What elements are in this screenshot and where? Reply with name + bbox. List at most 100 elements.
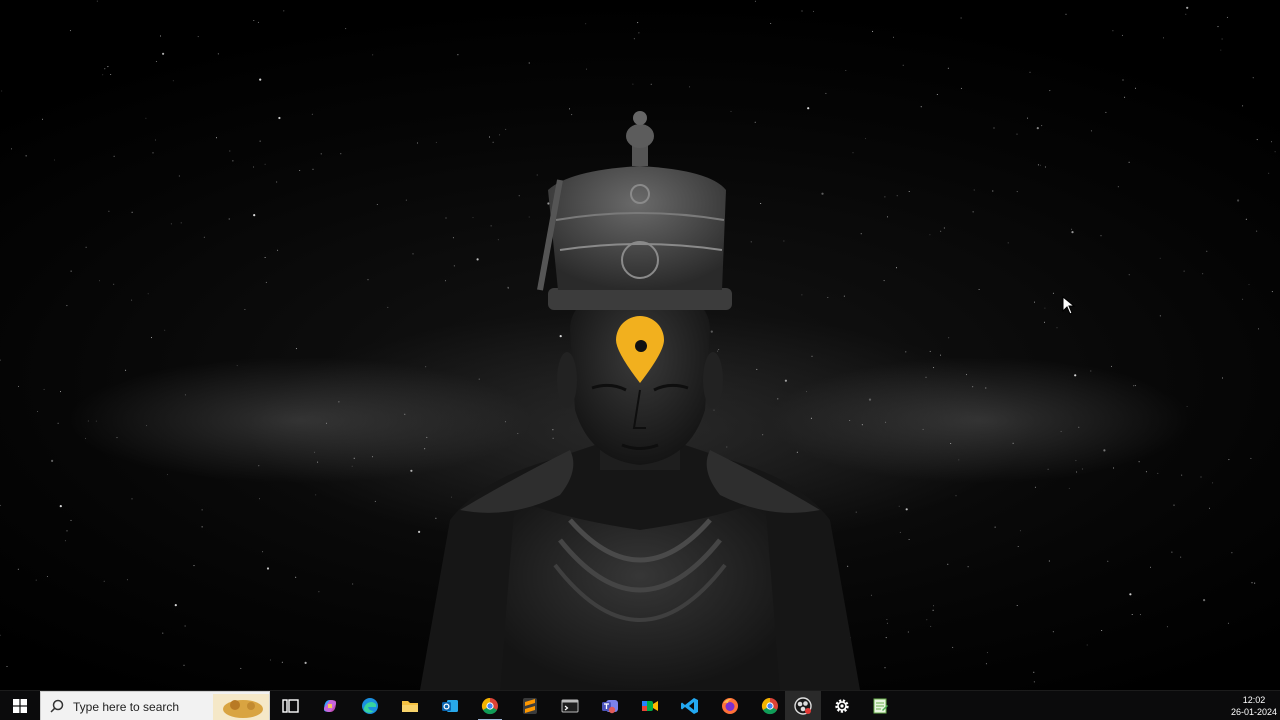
star [1129, 593, 1132, 596]
star [51, 459, 54, 462]
file-explorer-button[interactable] [390, 691, 430, 720]
star [947, 67, 949, 69]
start-button[interactable] [0, 691, 40, 720]
star [1135, 87, 1136, 89]
star [1271, 141, 1272, 143]
desktop-wallpaper [0, 0, 1280, 690]
deity-idol-image [420, 111, 860, 690]
star [1209, 507, 1210, 509]
star [278, 116, 281, 120]
star [1065, 13, 1067, 15]
star [352, 583, 354, 585]
star [113, 283, 115, 285]
star [886, 619, 888, 620]
star [125, 369, 127, 371]
star [257, 21, 259, 23]
star [1145, 471, 1147, 473]
chrome-button-1[interactable] [470, 691, 510, 720]
star [1049, 90, 1051, 92]
star [972, 386, 974, 388]
star [905, 351, 907, 353]
star [1086, 644, 1088, 646]
star [1242, 298, 1244, 300]
star [1250, 457, 1252, 459]
copilot-button[interactable] [310, 691, 350, 720]
star [170, 223, 172, 225]
star [872, 30, 874, 32]
star [1166, 626, 1168, 628]
star [845, 70, 847, 71]
star [1081, 468, 1083, 470]
firefox-button[interactable] [710, 691, 750, 720]
task-view-button[interactable] [270, 691, 310, 720]
star [277, 249, 279, 251]
star [216, 137, 217, 139]
search-highlight-image [213, 694, 269, 720]
star [1138, 461, 1140, 463]
star [304, 661, 307, 665]
star [933, 605, 934, 607]
teams-button[interactable] [590, 691, 630, 720]
edge-button[interactable] [350, 691, 390, 720]
star [1122, 79, 1124, 81]
star [1252, 77, 1254, 79]
star [896, 195, 898, 197]
star [1111, 365, 1112, 367]
notepad-button[interactable] [860, 691, 900, 720]
chrome-button-2[interactable] [750, 691, 790, 720]
star [351, 465, 353, 467]
star [162, 632, 164, 634]
star [1180, 556, 1182, 558]
star [1074, 374, 1077, 377]
system-clock[interactable]: 12:02 26-01-2024 [1228, 691, 1280, 720]
star [943, 227, 945, 229]
star [1202, 273, 1204, 275]
taskbar-search-box[interactable]: Type here to search [40, 691, 270, 720]
mouse-cursor [1062, 296, 1076, 315]
star [1041, 125, 1043, 127]
star [870, 594, 872, 596]
star [1078, 426, 1080, 428]
star [966, 374, 967, 376]
star [264, 163, 266, 165]
star [113, 155, 115, 157]
star [281, 661, 283, 663]
vscode-button[interactable] [670, 691, 710, 720]
settings-gear-icon [835, 699, 849, 713]
star [1068, 487, 1070, 489]
star [320, 153, 322, 155]
star [967, 566, 969, 568]
star [1039, 164, 1041, 166]
terminal-button[interactable] [550, 691, 590, 720]
star [1163, 37, 1164, 39]
star [1103, 449, 1106, 452]
star [633, 38, 635, 40]
star [1071, 228, 1073, 230]
star [1183, 270, 1185, 272]
settings-button[interactable] [822, 691, 862, 720]
star [236, 365, 238, 367]
star [801, 10, 803, 12]
star [1226, 16, 1228, 18]
star [166, 474, 168, 476]
star [264, 257, 266, 258]
meet-button[interactable] [630, 691, 670, 720]
star [926, 619, 928, 621]
star [1044, 321, 1045, 323]
terminal-icon [561, 699, 579, 713]
star [11, 148, 12, 150]
star [936, 94, 938, 95]
star [1034, 486, 1036, 488]
star [405, 199, 407, 201]
obs-button[interactable] [785, 691, 821, 720]
chrome-icon [481, 697, 498, 715]
star [885, 637, 887, 639]
star [295, 348, 297, 350]
star [1036, 127, 1039, 130]
star [374, 500, 376, 502]
sublime-text-button[interactable] [510, 691, 550, 720]
star [1060, 430, 1062, 432]
star [947, 563, 949, 565]
search-icon [50, 699, 64, 713]
outlook-button[interactable] [430, 691, 470, 720]
